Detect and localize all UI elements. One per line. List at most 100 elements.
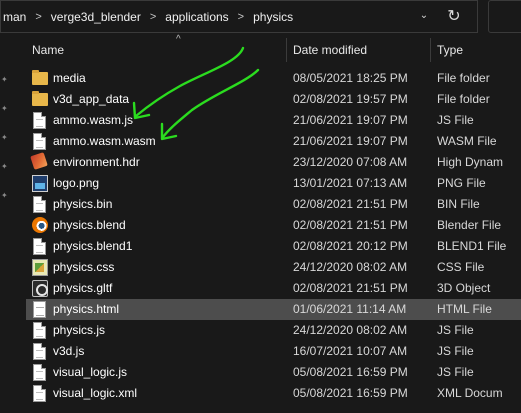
file-date-modified: 08/05/2021 18:25 PM	[293, 71, 408, 85]
file-name: environment.hdr	[53, 155, 140, 169]
file-name: physics.js	[53, 323, 106, 337]
document-icon	[33, 133, 46, 150]
refresh-icon[interactable]: ↻	[445, 8, 463, 26]
file-row[interactable]: visual_logic.js 05/08/2021 16:59 PM JS Fil…	[26, 362, 521, 383]
file-type: 3D Object	[437, 281, 491, 295]
file-date-modified: 02/08/2021 21:51 PM	[293, 218, 408, 232]
search-input[interactable]	[488, 0, 521, 33]
file-date-modified: 21/06/2021 19:07 PM	[293, 134, 408, 148]
document-icon	[33, 385, 46, 402]
file-name: ammo.wasm.wasm	[53, 134, 156, 148]
file-date-modified: 21/06/2021 19:07 PM	[293, 113, 408, 127]
file-row[interactable]: physics.css 24/12/2020 08:02 AM CSS File	[26, 257, 521, 278]
file-name: ammo.wasm.js	[53, 113, 134, 127]
folder-icon	[32, 91, 48, 106]
file-date-modified: 24/12/2020 08:02 AM	[293, 323, 408, 337]
css-icon	[32, 259, 48, 276]
pin-icon[interactable]: ✦	[1, 105, 9, 113]
document-icon	[33, 364, 46, 381]
file-row[interactable]: physics.blend 02/08/2021 21:51 PM Blender …	[26, 215, 521, 236]
file-type: PNG File	[437, 176, 486, 190]
breadcrumb-physics[interactable]: physics	[253, 10, 293, 24]
file-name: v3d_app_data	[53, 92, 130, 106]
document-icon	[33, 112, 46, 129]
file-type: JS File	[437, 344, 474, 358]
file-type: BLEND1 File	[437, 239, 507, 253]
column-date-modified[interactable]: Date modified	[287, 38, 430, 62]
file-type: WASM File	[437, 134, 497, 148]
pin-icon[interactable]: ✦	[1, 134, 9, 142]
document-icon	[33, 322, 46, 339]
file-name: v3d.js	[53, 344, 85, 358]
file-row[interactable]: environment.hdr 23/12/2020 07:08 AM High D…	[26, 152, 521, 173]
file-type: Blender File	[437, 218, 502, 232]
breadcrumb-separator-icon: >	[149, 10, 157, 23]
file-type: File folder	[437, 71, 490, 85]
file-name: visual_logic.js	[53, 365, 128, 379]
document-icon	[33, 238, 46, 255]
file-name: visual_logic.xml	[53, 386, 138, 400]
file-list: media 08/05/2021 18:25 PM File folder v3d_a…	[26, 68, 521, 404]
blender-icon	[32, 217, 48, 233]
pin-icon[interactable]: ✦	[1, 163, 9, 171]
file-name: physics.blend1	[53, 239, 133, 253]
file-type: JS File	[437, 113, 474, 127]
file-row[interactable]: media 08/05/2021 18:25 PM File folder	[26, 68, 521, 89]
file-date-modified: 05/08/2021 16:59 PM	[293, 386, 408, 400]
file-date-modified: 01/06/2021 11:14 AM	[293, 302, 407, 316]
file-type: File folder	[437, 92, 490, 106]
file-name: physics.css	[53, 260, 115, 274]
file-date-modified: 13/01/2021 07:13 AM	[293, 176, 408, 190]
file-date-modified: 02/08/2021 20:12 PM	[293, 239, 408, 253]
file-row[interactable]: v3d_app_data 02/08/2021 19:57 PM File fold…	[26, 89, 521, 110]
column-type[interactable]: Type	[431, 38, 521, 62]
file-type: BIN File	[437, 197, 480, 211]
file-name: physics.blend	[53, 218, 126, 232]
file-row[interactable]: logo.png 13/01/2021 07:13 AM PNG File	[26, 173, 521, 194]
file-row[interactable]: ammo.wasm.js 21/06/2021 19:07 PM JS File	[26, 110, 521, 131]
document-icon	[33, 196, 46, 213]
png-image-icon	[32, 175, 48, 192]
file-date-modified: 23/12/2020 07:08 AM	[293, 155, 408, 169]
folder-icon	[32, 70, 48, 85]
file-row[interactable]: physics.bin 02/08/2021 21:51 PM BIN File	[26, 194, 521, 215]
file-name: media	[53, 71, 86, 85]
file-row[interactable]: physics.blend1 02/08/2021 20:12 PM BLEND1 …	[26, 236, 521, 257]
file-type: JS File	[437, 323, 474, 337]
file-row[interactable]: physics.html 01/06/2021 11:14 AM HTML File	[26, 299, 521, 320]
breadcrumb-separator-icon: >	[237, 10, 245, 23]
column-name[interactable]: Name	[26, 38, 286, 62]
address-dropdown-icon[interactable]: ⌄	[417, 10, 431, 24]
file-row[interactable]: visual_logic.xml 05/08/2021 16:59 PM XML D…	[26, 383, 521, 404]
file-date-modified: 02/08/2021 19:57 PM	[293, 92, 408, 106]
file-type: High Dynam	[437, 155, 504, 169]
file-name: physics.html	[53, 302, 120, 316]
column-header: ^ Name Date modified Type	[26, 34, 521, 62]
file-type: CSS File	[437, 260, 485, 274]
file-name: logo.png	[53, 176, 100, 190]
hdr-image-icon	[30, 152, 48, 170]
3d-object-icon	[32, 280, 48, 297]
address-bar[interactable]: man > verge3d_blender > applications > p…	[0, 0, 478, 33]
breadcrumb-separator-icon: >	[35, 10, 42, 23]
file-type: JS File	[437, 365, 474, 379]
file-date-modified: 02/08/2021 21:51 PM	[293, 197, 408, 211]
breadcrumb-user[interactable]: man	[3, 10, 26, 24]
file-date-modified: 02/08/2021 21:51 PM	[293, 281, 408, 295]
document-icon	[33, 343, 46, 360]
file-type: XML Docum	[437, 386, 503, 400]
breadcrumb-applications[interactable]: applications	[165, 10, 228, 24]
file-row[interactable]: v3d.js 16/07/2021 10:07 AM JS File	[26, 341, 521, 362]
breadcrumb-verge3d-blender[interactable]: verge3d_blender	[51, 10, 141, 24]
file-name: physics.bin	[53, 197, 113, 211]
file-date-modified: 16/07/2021 10:07 AM	[293, 344, 408, 358]
file-date-modified: 05/08/2021 16:59 PM	[293, 365, 408, 379]
file-row[interactable]: physics.gltf 02/08/2021 21:51 PM 3D Object	[26, 278, 521, 299]
file-row[interactable]: physics.js 24/12/2020 08:02 AM JS File	[26, 320, 521, 341]
pin-icon[interactable]: ✦	[1, 192, 9, 200]
file-type: HTML File	[437, 302, 492, 316]
html-icon	[33, 301, 46, 318]
pin-icon[interactable]: ✦	[1, 76, 9, 84]
file-date-modified: 24/12/2020 08:02 AM	[293, 260, 408, 274]
file-row[interactable]: ammo.wasm.wasm 21/06/2021 19:07 PM WASM Fi…	[26, 131, 521, 152]
